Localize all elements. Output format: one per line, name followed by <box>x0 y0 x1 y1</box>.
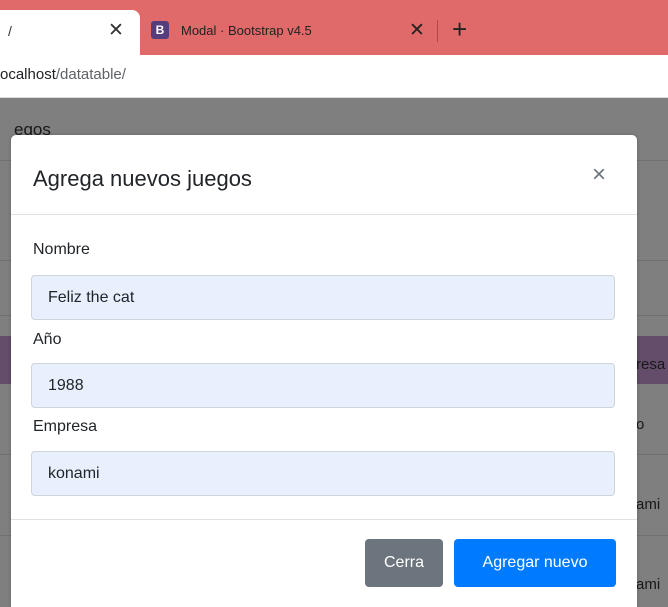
add-new-button[interactable]: Agregar nuevo <box>454 539 616 587</box>
address-bar[interactable]: ocalhost/datatable/ <box>0 55 668 98</box>
anio-label: Año <box>33 331 62 348</box>
tab-active-title: / <box>8 23 12 39</box>
cancel-button[interactable]: Cerra <box>365 539 443 587</box>
add-game-modal: Agrega nuevos juegos × Nombre Año Empres… <box>11 135 637 607</box>
url-text[interactable]: ocalhost/datatable/ <box>0 66 126 83</box>
tab-separator <box>437 20 438 42</box>
nombre-input[interactable] <box>31 275 615 320</box>
modal-footer-divider <box>11 519 637 520</box>
url-host: ocalhost <box>0 66 56 83</box>
tab-inactive-title: Modal · Bootstrap v4.5 <box>181 23 312 38</box>
nombre-label: Nombre <box>33 241 90 258</box>
modal-header: Agrega nuevos juegos × <box>11 135 637 215</box>
tab-bootstrap-modal[interactable]: B Modal · Bootstrap v4.5 ✕ <box>140 10 440 55</box>
bootstrap-favicon-icon: B <box>151 21 169 39</box>
tab-active-close-icon[interactable]: ✕ <box>108 19 124 42</box>
close-icon[interactable]: × <box>592 161 606 189</box>
empresa-label: Empresa <box>33 418 98 435</box>
anio-input[interactable] <box>31 363 615 408</box>
empresa-input[interactable] <box>31 451 615 496</box>
tab-inactive-close-icon[interactable]: ✕ <box>409 19 425 42</box>
modal-title: Agrega nuevos juegos <box>33 166 252 191</box>
new-tab-plus-icon[interactable]: + <box>452 12 467 46</box>
browser-tabbar: / ✕ B Modal · Bootstrap v4.5 ✕ + <box>0 0 668 55</box>
tab-active[interactable]: / ✕ <box>0 10 140 55</box>
url-path: /datatable/ <box>55 66 126 83</box>
